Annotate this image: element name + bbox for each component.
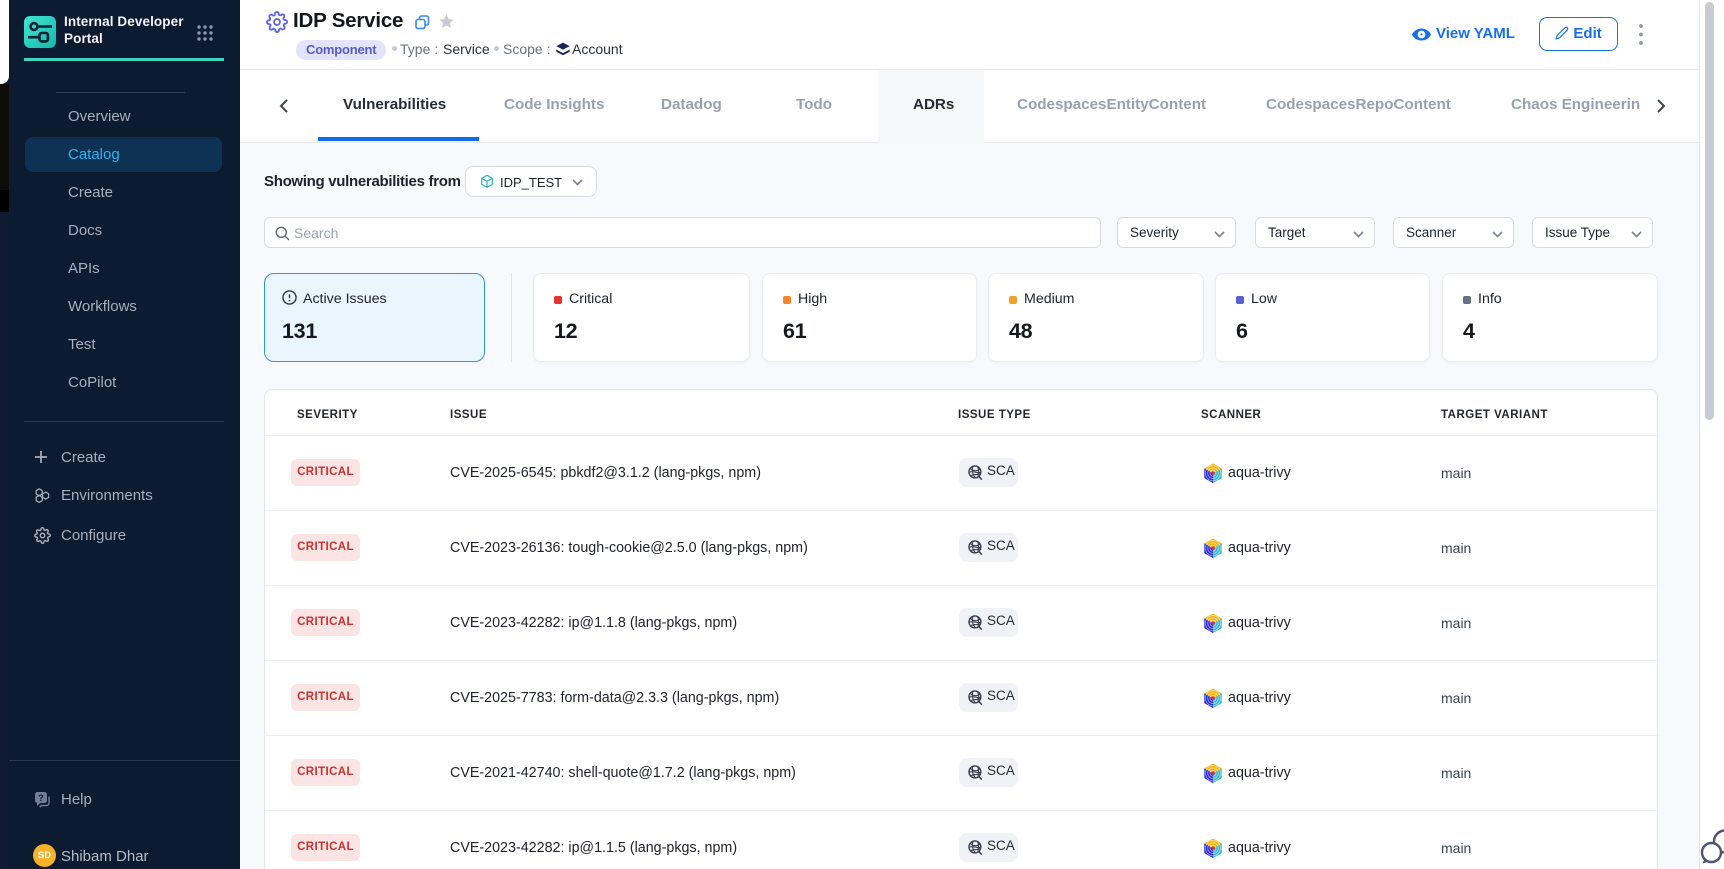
svg-text:?: ? [38,793,44,803]
